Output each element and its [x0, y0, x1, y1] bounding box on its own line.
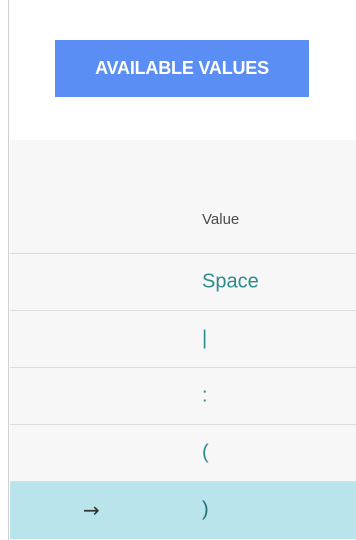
- row-value: (: [202, 441, 209, 464]
- list-row[interactable]: :: [10, 368, 356, 425]
- column-header: Value: [10, 140, 356, 254]
- list-row[interactable]: (: [10, 425, 356, 482]
- values-list: Value Space | : ( → ): [10, 140, 356, 540]
- list-row[interactable]: Space: [10, 254, 356, 311]
- column-header-value[interactable]: Value: [202, 211, 239, 228]
- left-border: [0, 0, 9, 540]
- list-row-selected[interactable]: → ): [10, 482, 356, 539]
- panel-header: AVAILABLE VALUES: [10, 0, 356, 140]
- available-values-panel: AVAILABLE VALUES Value Space | : ( → ): [0, 0, 356, 540]
- row-value: ): [202, 498, 209, 521]
- row-value: :: [202, 384, 208, 407]
- panel-title: AVAILABLE VALUES: [55, 40, 309, 97]
- list-row[interactable]: |: [10, 311, 356, 368]
- arrow-right-icon: →: [83, 498, 100, 522]
- row-value: |: [202, 327, 208, 350]
- row-value: Space: [202, 270, 259, 293]
